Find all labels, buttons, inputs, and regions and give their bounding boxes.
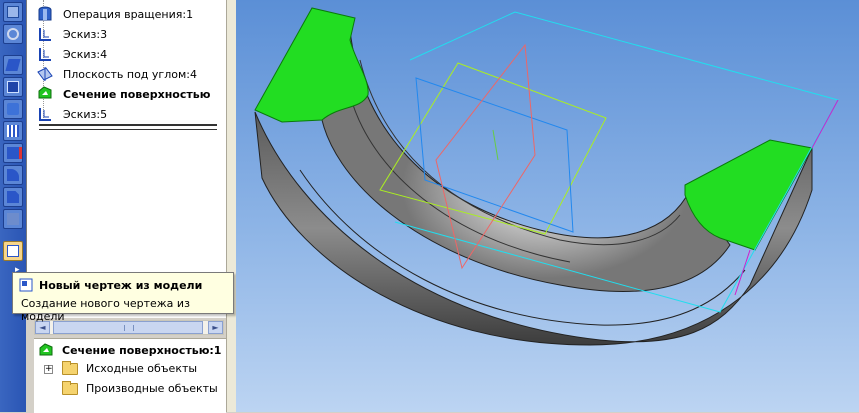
folder-icon bbox=[62, 360, 78, 375]
tree-item-label: Эскиз:5 bbox=[63, 107, 108, 121]
expand-button[interactable]: + bbox=[44, 365, 53, 374]
sketch-icon bbox=[37, 106, 53, 122]
left-toolbar: ▸ bbox=[0, 0, 26, 412]
cube-icon bbox=[7, 6, 19, 18]
props-derived-objects[interactable]: Производные объекты bbox=[62, 380, 218, 395]
props-title-label: Сечение поверхностью:1 bbox=[62, 343, 222, 357]
props-title[interactable]: Сечение поверхностью:1 bbox=[38, 343, 221, 357]
plane-icon bbox=[37, 66, 53, 82]
chamfer-icon bbox=[7, 191, 19, 203]
revolve-icon bbox=[37, 6, 53, 22]
properties-panel: Сечение поверхностью:1 + Исходные объект… bbox=[34, 338, 226, 413]
toolbar-button-4[interactable] bbox=[3, 77, 23, 97]
tooltip-title: Новый чертеж из модели bbox=[39, 279, 203, 292]
toolbar-button-1[interactable] bbox=[3, 2, 23, 22]
tree-item-plane-angle[interactable]: Плоскость под углом:4 bbox=[37, 65, 197, 83]
props-item-label: Производные объекты bbox=[86, 382, 218, 395]
shell-icon bbox=[7, 103, 19, 115]
tree-item-sketch-4[interactable]: Эскиз:4 bbox=[37, 45, 107, 63]
toolbar-button-8[interactable] bbox=[3, 165, 23, 185]
model-render bbox=[254, 7, 839, 346]
section-face-left[interactable] bbox=[254, 7, 369, 123]
section-icon bbox=[38, 343, 54, 357]
drawing-icon bbox=[7, 245, 19, 257]
sketch-icon bbox=[37, 46, 53, 62]
tooltip-description: Создание нового чертежа из модели bbox=[21, 297, 190, 323]
tree-item-label: Эскиз:4 bbox=[63, 47, 108, 61]
fillet-icon bbox=[7, 169, 19, 181]
toolbar-button-5[interactable] bbox=[3, 99, 23, 119]
axis-line bbox=[492, 129, 499, 161]
toolbar-button-2[interactable] bbox=[3, 24, 23, 44]
model-tree: Операция вращения:1 Эскиз:3 Эскиз:4 Плос… bbox=[26, 0, 227, 318]
toolbar-button-7[interactable] bbox=[3, 143, 23, 163]
tree-item-label: Операция вращения:1 bbox=[63, 7, 194, 21]
folder-icon bbox=[62, 380, 78, 395]
cut-icon bbox=[7, 147, 22, 159]
props-item-label: Исходные объекты bbox=[86, 362, 198, 375]
sketch-icon bbox=[37, 26, 53, 42]
mirror-icon bbox=[7, 213, 19, 225]
section-icon bbox=[37, 86, 53, 102]
toolbar-button-6[interactable] bbox=[3, 121, 23, 141]
tree-end-marker[interactable] bbox=[39, 124, 217, 130]
toolbar-button-9[interactable] bbox=[3, 187, 23, 207]
props-source-objects[interactable]: Исходные объекты bbox=[62, 360, 198, 375]
tree-item-label: Эскиз:3 bbox=[63, 27, 108, 41]
tree-item-label: Сечение поверхностью bbox=[63, 87, 211, 101]
drawing-icon bbox=[19, 278, 33, 292]
tree-item-section[interactable]: Сечение поверхностью bbox=[37, 85, 210, 103]
tree-item-revolve[interactable]: Операция вращения:1 bbox=[37, 5, 193, 23]
toolbar-button-3[interactable] bbox=[3, 55, 23, 75]
part-inner-surface[interactable] bbox=[319, 29, 731, 292]
extrude-icon bbox=[5, 59, 21, 71]
scrollbar-grip bbox=[124, 325, 134, 331]
new-drawing-from-model-button[interactable] bbox=[3, 241, 23, 261]
box-icon bbox=[7, 81, 19, 93]
tree-item-sketch-5[interactable]: Эскиз:5 bbox=[37, 105, 107, 123]
tooltip: Новый чертеж из модели Создание нового ч… bbox=[12, 272, 234, 323]
toolbar-button-10[interactable] bbox=[3, 209, 23, 229]
3d-viewport[interactable] bbox=[236, 0, 859, 412]
tree-item-label: Плоскость под углом:4 bbox=[63, 67, 197, 81]
pattern-icon bbox=[7, 125, 19, 137]
tree-item-sketch-3[interactable]: Эскиз:3 bbox=[37, 25, 107, 43]
hole-icon bbox=[7, 28, 19, 40]
